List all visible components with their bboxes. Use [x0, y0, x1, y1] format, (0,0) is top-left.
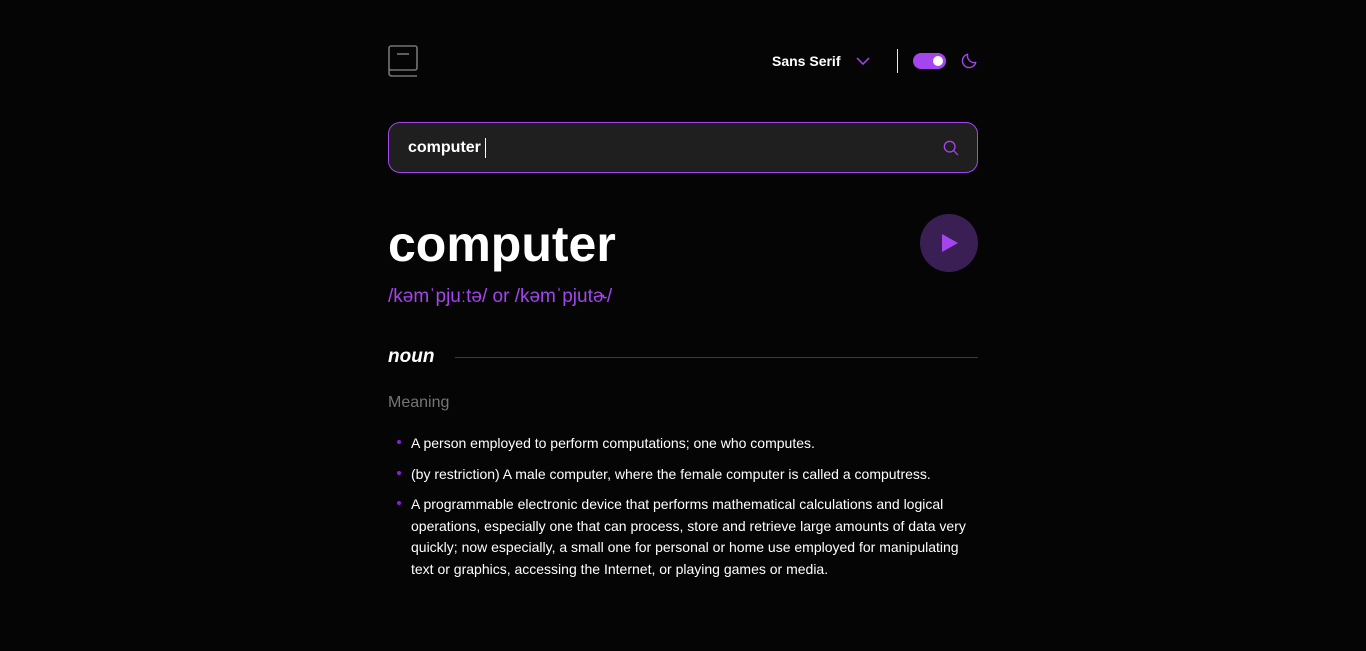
moon-icon — [961, 53, 977, 69]
definition-text: (by restriction) A male computer, where … — [411, 465, 931, 482]
bullet-icon — [397, 470, 401, 475]
search-box — [388, 122, 978, 173]
text-caret — [485, 138, 486, 158]
theme-toggle[interactable] — [913, 53, 946, 69]
definition-text: A programmable electronic device that pe… — [411, 496, 966, 577]
definition-list: A person employed to perform computation… — [388, 433, 978, 589]
definition-item: A programmable electronic device that pe… — [388, 494, 978, 580]
word-title: computer — [388, 216, 616, 272]
chevron-down-icon — [856, 57, 871, 65]
definition-text: A person employed to perform computation… — [411, 435, 815, 451]
definition-item: (by restriction) A male computer, where … — [388, 464, 978, 486]
toggle-knob — [933, 56, 943, 66]
part-of-speech-row: noun — [388, 345, 978, 369]
phonetic-text: /kəmˈpjuːtə/ or /kəmˈpjutɚ/ — [388, 286, 613, 307]
font-family-select[interactable]: Sans Serif — [772, 52, 871, 70]
section-divider — [455, 357, 978, 358]
bullet-icon — [397, 440, 401, 444]
definition-item: A person employed to perform computation… — [388, 433, 978, 455]
header-divider — [897, 49, 898, 73]
search-input[interactable] — [408, 136, 928, 160]
part-of-speech: noun — [388, 346, 435, 367]
search-icon[interactable] — [943, 140, 959, 156]
book-logo-icon[interactable] — [388, 45, 418, 77]
play-icon — [942, 234, 958, 252]
dictionary-page: Sans Serif computer /kəmˈpjuːtə/ or /kəm… — [388, 0, 978, 651]
play-audio-button[interactable] — [920, 214, 978, 272]
bullet-icon — [397, 501, 401, 505]
header: Sans Serif — [388, 44, 978, 78]
font-select-label: Sans Serif — [772, 53, 841, 69]
meaning-label: Meaning — [388, 394, 450, 411]
